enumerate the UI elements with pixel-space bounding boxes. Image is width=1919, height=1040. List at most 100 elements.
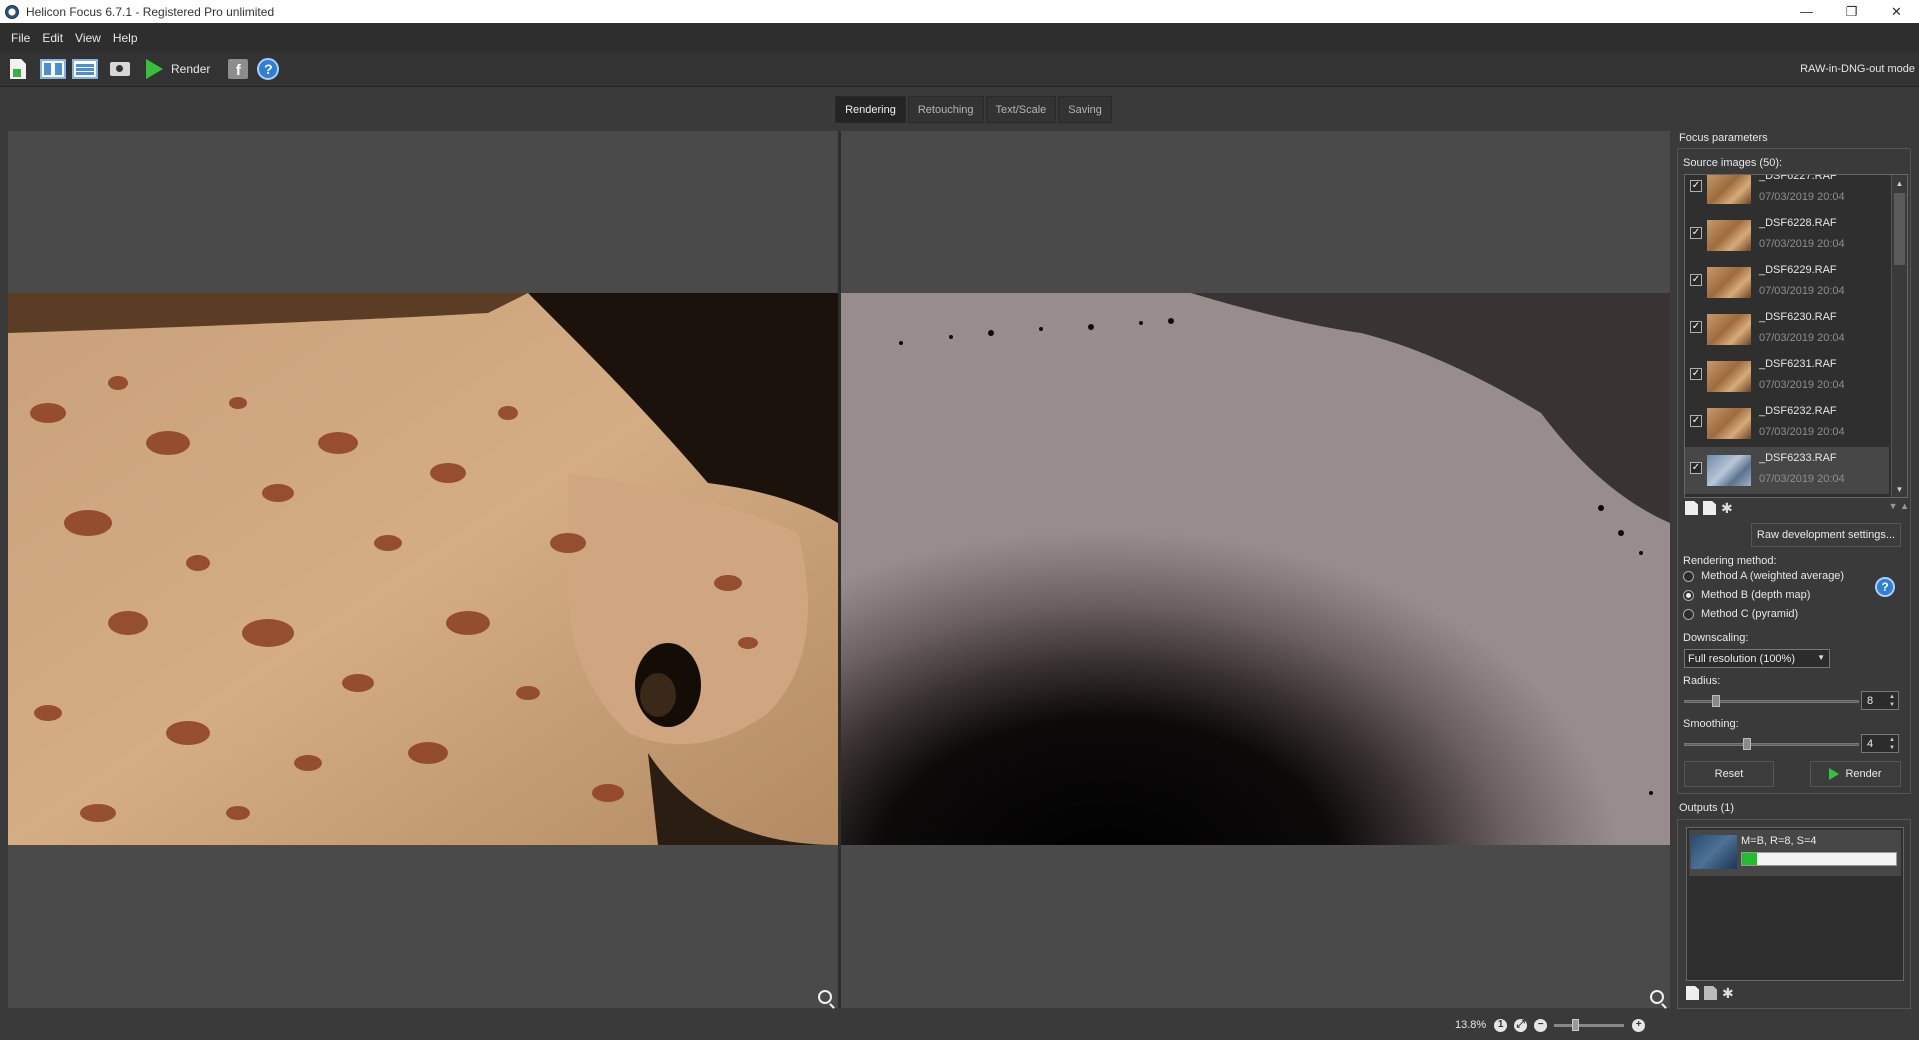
checkbox[interactable]: ✓ (1690, 321, 1702, 333)
source-images-list[interactable]: ✓ _DSF6227.RAF 07/03/2019 20:04 ✓ _DSF62… (1684, 174, 1908, 498)
tab-rendering[interactable]: Rendering (835, 96, 906, 123)
source-list-tools: ✱ (1685, 501, 1739, 515)
reset-button[interactable]: Reset (1684, 761, 1774, 787)
checkbox[interactable]: ✓ (1690, 227, 1702, 239)
new-output-icon[interactable] (1686, 986, 1699, 1000)
method-c-label: Method C (pyramid) (1701, 608, 1799, 620)
new-project-button[interactable] (7, 58, 29, 80)
menu-edit[interactable]: Edit (42, 31, 63, 45)
output-item[interactable]: M=B, R=8, S=4 (1689, 830, 1901, 876)
radius-slider[interactable] (1684, 695, 1859, 707)
file-name: _DSF6229.RAF (1759, 264, 1837, 276)
smoothing-spinbox[interactable]: 4 ▲ ▼ (1861, 734, 1899, 753)
help-icon[interactable]: ? (1875, 577, 1895, 597)
list-view-icon (72, 59, 98, 79)
source-preview-pane[interactable] (8, 131, 838, 1008)
file-name: _DSF6232.RAF (1759, 405, 1837, 417)
list-item[interactable]: ✓ _DSF6231.RAF 07/03/2019 20:04 (1685, 353, 1889, 400)
tab-retouching[interactable]: Retouching (907, 96, 984, 123)
menu-bar: File Edit View Help (0, 23, 1919, 52)
downscaling-select[interactable]: Full resolution (100%) ▼ (1684, 649, 1830, 668)
split-view-button[interactable] (39, 58, 67, 80)
zoom-status-bar: 13.8% 1 ⤢ − + (1455, 1015, 1652, 1035)
render-button-label: Render (1845, 768, 1882, 780)
checkbox[interactable]: ✓ (1690, 180, 1702, 192)
downscaling-label: Downscaling: (1683, 632, 1749, 644)
zoom-in-icon[interactable]: + (1632, 1018, 1646, 1032)
method-b-option[interactable]: Method B (depth map) (1683, 589, 1810, 601)
save-output-icon[interactable] (1704, 986, 1717, 1000)
method-c-option[interactable]: Method C (pyramid) (1683, 608, 1798, 620)
spin-arrows-icon[interactable]: ▲ ▼ (1889, 693, 1895, 709)
smoothing-value: 4 (1867, 737, 1874, 750)
result-preview-pane[interactable] (841, 131, 1670, 1008)
menu-view[interactable]: View (75, 31, 101, 45)
radius-label: Radius: (1683, 675, 1721, 687)
zoom-level: 13.8% (1455, 1019, 1487, 1031)
add-images-icon[interactable] (1685, 501, 1698, 515)
remove-images-icon[interactable] (1703, 501, 1716, 515)
list-item[interactable]: ✓ _DSF6232.RAF 07/03/2019 20:04 (1685, 400, 1889, 447)
render-label[interactable]: Render (171, 62, 210, 76)
slider-handle[interactable] (1743, 738, 1751, 750)
scroll-thumb[interactable] (1894, 193, 1905, 265)
raw-mode-label: RAW-in-DNG-out mode (1800, 63, 1915, 75)
checkbox[interactable]: ✓ (1690, 368, 1702, 380)
checkbox[interactable]: ✓ (1690, 274, 1702, 286)
image-thumbnail (1707, 220, 1751, 251)
file-name: _DSF6230.RAF (1759, 311, 1837, 323)
zoom-icon[interactable] (818, 990, 832, 1004)
fit-to-window-icon[interactable]: ⤢ (1514, 1018, 1528, 1032)
render-parameters-button[interactable]: Render (1810, 761, 1901, 787)
tab-text-scale[interactable]: Text/Scale (985, 96, 1057, 123)
list-scrollbar[interactable]: ▲ ▼ (1891, 175, 1907, 497)
tab-saving[interactable]: Saving (1058, 96, 1112, 123)
checkbox[interactable]: ✓ (1690, 415, 1702, 427)
list-view-button[interactable] (71, 58, 99, 80)
checkbox[interactable]: ✓ (1690, 462, 1702, 474)
capture-button[interactable] (109, 58, 131, 80)
maximize-button[interactable]: ❐ (1829, 0, 1874, 23)
render-button[interactable] (143, 58, 165, 80)
gear-icon[interactable]: ✱ (1722, 986, 1735, 1000)
spin-arrows-icon[interactable]: ▲ ▼ (1889, 736, 1895, 752)
gear-icon[interactable]: ✱ (1721, 501, 1734, 515)
list-item-selected[interactable]: ✓ _DSF6233.RAF 07/03/2019 20:04 (1685, 447, 1889, 494)
camera-icon (110, 62, 130, 76)
slider-handle[interactable] (1572, 1018, 1580, 1031)
radio-button[interactable] (1683, 570, 1694, 582)
slider-handle[interactable] (1712, 695, 1720, 707)
method-a-option[interactable]: Method A (weighted average) (1683, 570, 1844, 582)
downscaling-value: Full resolution (100%) (1688, 652, 1795, 665)
sort-arrows-icon[interactable]: ▼ ▲ (1889, 501, 1909, 511)
radio-button[interactable] (1683, 608, 1694, 620)
raw-development-settings-button[interactable]: Raw development settings... (1751, 523, 1901, 547)
zoom-out-icon[interactable]: − (1534, 1018, 1548, 1032)
image-thumbnail (1707, 361, 1751, 392)
scroll-up-icon[interactable]: ▲ (1894, 177, 1905, 189)
facebook-button[interactable]: f (227, 58, 249, 80)
menu-file[interactable]: File (11, 31, 30, 45)
menu-help[interactable]: Help (113, 31, 138, 45)
main-tabs: Rendering Retouching Text/Scale Saving (0, 96, 1919, 124)
minimize-button[interactable]: — (1784, 0, 1829, 23)
zoom-icon[interactable] (1650, 990, 1664, 1004)
smoothing-slider[interactable] (1684, 738, 1859, 750)
help-button[interactable]: ? (257, 58, 280, 80)
scroll-down-icon[interactable]: ▼ (1894, 483, 1905, 495)
close-button[interactable]: ✕ (1874, 0, 1919, 23)
list-item[interactable]: ✓ _DSF6230.RAF 07/03/2019 20:04 (1685, 306, 1889, 353)
zoom-slider[interactable] (1554, 1018, 1625, 1031)
list-item[interactable]: ✓ _DSF6227.RAF 07/03/2019 20:04 (1685, 175, 1889, 212)
radio-button[interactable] (1683, 589, 1694, 601)
image-thumbnail (1707, 267, 1751, 298)
list-item[interactable]: ✓ _DSF6228.RAF 07/03/2019 20:04 (1685, 212, 1889, 259)
list-item[interactable]: ✓ _DSF6229.RAF 07/03/2019 20:04 (1685, 259, 1889, 306)
radius-spinbox[interactable]: 8 ▲ ▼ (1861, 691, 1899, 710)
play-icon (145, 59, 163, 79)
actual-size-icon[interactable]: 1 (1494, 1018, 1508, 1032)
image-thumbnail (1707, 455, 1751, 486)
depth-map-image (841, 293, 1670, 845)
outputs-list[interactable]: M=B, R=8, S=4 (1686, 827, 1904, 981)
new-document-icon (10, 59, 26, 79)
